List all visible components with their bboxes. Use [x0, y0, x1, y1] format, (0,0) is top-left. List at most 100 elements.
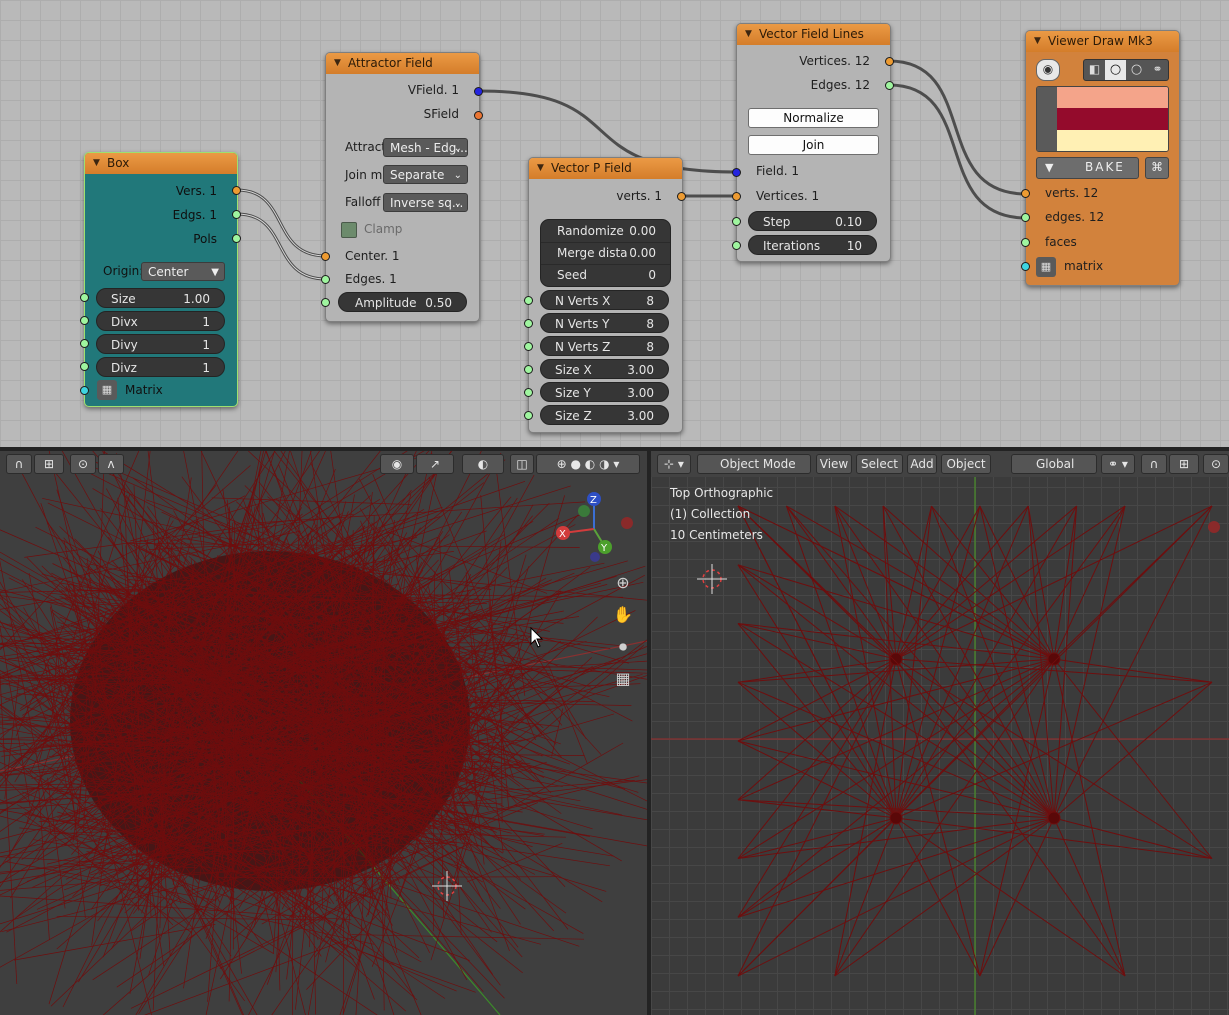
size-z-field[interactable]: Size Z 3.00: [540, 405, 669, 425]
socket-field[interactable]: [732, 168, 741, 177]
edge-mode-icon[interactable]: ○: [1105, 60, 1126, 80]
proportional-icon[interactable]: ⊙: [70, 454, 96, 474]
socket-size-z[interactable]: [524, 411, 533, 420]
socket-edges-in[interactable]: [1021, 213, 1030, 222]
merge-distance-field[interactable]: Merge dista 0.00: [541, 242, 670, 264]
amplitude-field[interactable]: Amplitude 0.50: [338, 292, 467, 312]
socket-center[interactable]: [321, 252, 330, 261]
menu-view[interactable]: View: [816, 454, 852, 474]
pivot-icon[interactable]: ⚭ ▾: [1101, 454, 1135, 474]
mode-dropdown[interactable]: Object Mode: [697, 454, 811, 474]
proportional-icon[interactable]: ⊙: [1203, 454, 1229, 474]
divx-field[interactable]: Divx 1: [96, 311, 225, 331]
socket-amplitude[interactable]: [321, 298, 330, 307]
socket-edgs[interactable]: [232, 210, 241, 219]
viewer-draw-node[interactable]: ▼ Viewer Draw Mk3 ◉ ◧ ○ ○ ⚭ ▼ BAKE ⌘ verts…: [1021, 30, 1180, 286]
socket-matrix-in[interactable]: [1021, 262, 1030, 271]
n-verts-z-field[interactable]: N Verts Z 8: [540, 336, 669, 356]
join-mode-dropdown[interactable]: Separate ⌄: [383, 165, 468, 184]
vector-field-lines-node[interactable]: ▼ Vector Field Lines Vertices. 12 Edges. …: [732, 23, 894, 262]
snap-target-icon[interactable]: ⊞: [1169, 454, 1199, 474]
socket-verts-in[interactable]: [1021, 189, 1030, 198]
randomize-field[interactable]: Randomize 0.00: [541, 220, 670, 242]
socket-pols[interactable]: [232, 234, 241, 243]
camera-icon[interactable]: ⏺: [612, 636, 634, 658]
menu-object[interactable]: Object: [941, 454, 991, 474]
collapse-icon[interactable]: ▼: [93, 153, 100, 174]
viewport-3d-perspective[interactable]: ∩ ⊞ ⊙ ᴧ ◉ ↗ ◐ ◫ ⊕ ● ◐ ◑ ▾ Z X Y ⊕ ✋ ⏺ ▦: [0, 451, 647, 1015]
socket-edges-out[interactable]: [885, 81, 894, 90]
transform-orientation-dropdown[interactable]: Global: [1011, 454, 1097, 474]
socket-divy[interactable]: [80, 339, 89, 348]
link-icon[interactable]: ⚭: [1147, 60, 1168, 80]
vertex-mode-icon[interactable]: ◧: [1084, 60, 1105, 80]
editor-type-icon[interactable]: ⊹ ▾: [657, 454, 691, 474]
socket-n-verts-z[interactable]: [524, 342, 533, 351]
vertex-color-swatch[interactable]: [1057, 87, 1168, 108]
join-toggle[interactable]: Join: [748, 135, 879, 155]
socket-verts[interactable]: [677, 192, 686, 201]
socket-vfield[interactable]: [474, 87, 483, 96]
origin-dropdown[interactable]: Center ▼: [141, 262, 225, 281]
overlay-icon[interactable]: ◐: [462, 454, 504, 474]
socket-edges[interactable]: [321, 275, 330, 284]
snap-icon[interactable]: ∩: [1141, 454, 1167, 474]
size-field[interactable]: Size 1.00: [96, 288, 225, 308]
socket-size-x[interactable]: [524, 365, 533, 374]
vector-p-field-node[interactable]: ▼ Vector P Field verts. 1 Randomize 0.00 M…: [524, 157, 686, 433]
divy-field[interactable]: Divy 1: [96, 334, 225, 354]
seed-field[interactable]: Seed 0: [541, 264, 670, 286]
divz-field[interactable]: Divz 1: [96, 357, 225, 377]
socket-n-verts-x[interactable]: [524, 296, 533, 305]
socket-n-verts-y[interactable]: [524, 319, 533, 328]
normalize-toggle[interactable]: Normalize: [748, 108, 879, 128]
bake-button[interactable]: ▼ BAKE: [1036, 157, 1139, 179]
size-y-field[interactable]: Size Y 3.00: [540, 382, 669, 402]
n-verts-x-field[interactable]: N Verts X 8: [540, 290, 669, 310]
socket-divz[interactable]: [80, 362, 89, 371]
gizmo-x-icon[interactable]: [1208, 521, 1220, 533]
zoom-icon[interactable]: ⊕: [612, 572, 634, 594]
n-verts-y-field[interactable]: N Verts Y 8: [540, 313, 669, 333]
menu-select[interactable]: Select: [856, 454, 903, 474]
socket-size-y[interactable]: [524, 388, 533, 397]
snap-target-icon[interactable]: ⊞: [34, 454, 64, 474]
socket-vertices-out[interactable]: [885, 57, 894, 66]
settings-icon[interactable]: ⌘: [1145, 157, 1169, 179]
clamp-checkbox[interactable]: [341, 222, 357, 238]
socket-sfield[interactable]: [474, 111, 483, 120]
node-header[interactable]: ▼ Attractor Field: [326, 53, 479, 74]
step-field[interactable]: Step 0.10: [748, 211, 877, 231]
node-header[interactable]: ▼ Box: [85, 153, 237, 174]
node-editor[interactable]: ▼ Box Vers. 1 Edgs. 1 Pols Origin: Center…: [0, 0, 1229, 447]
iterations-field[interactable]: Iterations 10: [748, 235, 877, 255]
xray-icon[interactable]: ◫: [510, 454, 534, 474]
face-color-swatch[interactable]: [1057, 130, 1168, 151]
node-header[interactable]: ▼ Vector Field Lines: [737, 24, 890, 45]
shading-group[interactable]: ⊕ ● ◐ ◑ ▾: [536, 454, 640, 474]
socket-matrix[interactable]: [80, 386, 89, 395]
socket-step[interactable]: [732, 217, 741, 226]
socket-faces[interactable]: [1021, 238, 1030, 247]
box-node[interactable]: ▼ Box Vers. 1 Edgs. 1 Pols Origin: Center…: [80, 152, 241, 407]
navigation-gizmo[interactable]: Z X Y: [548, 489, 638, 569]
face-mode-icon[interactable]: ○: [1126, 60, 1147, 80]
attract-dropdown[interactable]: Mesh - Edg... ⌄: [383, 138, 468, 157]
snap-icon[interactable]: ∩: [6, 454, 32, 474]
node-header[interactable]: ▼ Viewer Draw Mk3: [1026, 31, 1179, 52]
attractor-field-node[interactable]: ▼ Attractor Field VField. 1 SField Attrac…: [321, 52, 483, 322]
menu-add[interactable]: Add: [907, 454, 937, 474]
socket-vers[interactable]: [232, 186, 241, 195]
visibility-icon[interactable]: ◉: [380, 454, 414, 474]
socket-divx[interactable]: [80, 316, 89, 325]
socket-iterations[interactable]: [732, 241, 741, 250]
gizmo-icon[interactable]: ↗: [416, 454, 454, 474]
grid-icon[interactable]: ▦: [612, 668, 634, 690]
socket-vertices-in[interactable]: [732, 192, 741, 201]
size-x-field[interactable]: Size X 3.00: [540, 359, 669, 379]
hand-icon[interactable]: ✋: [612, 604, 634, 626]
falloff-dropdown[interactable]: Inverse sq... ⌄: [383, 193, 468, 212]
eye-icon[interactable]: ◉: [1036, 59, 1060, 81]
edge-color-swatch[interactable]: [1057, 108, 1168, 130]
falloff-icon[interactable]: ᴧ: [98, 454, 124, 474]
